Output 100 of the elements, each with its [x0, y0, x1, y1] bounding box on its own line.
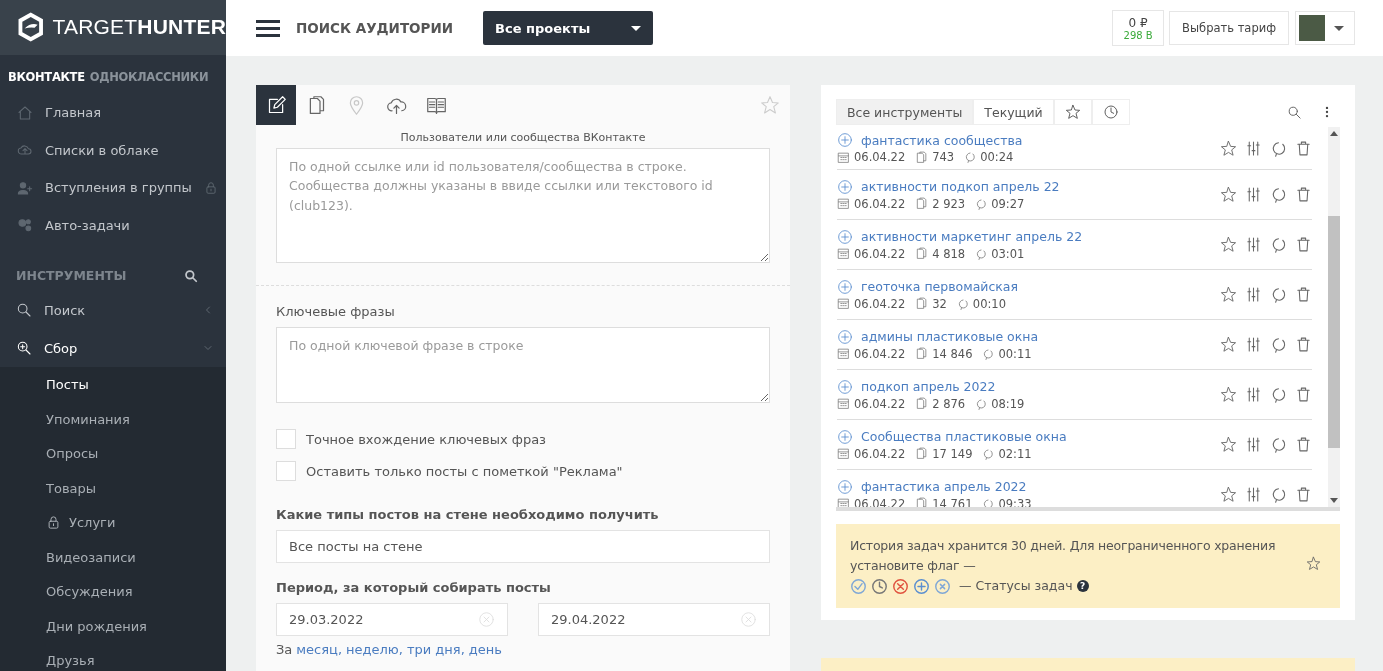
- task-date: 06.04.22: [854, 396, 906, 411]
- settings-button[interactable]: [1245, 336, 1262, 353]
- delete-button[interactable]: [1295, 236, 1312, 253]
- task-link[interactable]: подкоп апрель 2022: [837, 378, 1220, 395]
- refresh-icon: [982, 447, 995, 460]
- plus-circle-icon: [837, 278, 853, 295]
- keywords-field[interactable]: По одной ключевой фразе в строке: [276, 326, 770, 403]
- settings-button[interactable]: [1245, 486, 1262, 503]
- refresh-icon: [982, 347, 995, 360]
- delete-button[interactable]: [1295, 139, 1312, 157]
- favorite-button[interactable]: [1220, 236, 1237, 253]
- settings-button[interactable]: [1245, 386, 1262, 403]
- checkbox[interactable]: [276, 429, 296, 449]
- nav-item[interactable]: Главная: [0, 93, 226, 132]
- refresh-icon: [1270, 386, 1287, 403]
- favorite-button[interactable]: [1220, 186, 1237, 203]
- nav-subitem[interactable]: Опросы: [0, 436, 226, 471]
- delete-button[interactable]: [1295, 436, 1312, 453]
- task-link[interactable]: геоточка первомайская: [837, 278, 1220, 295]
- checkbox[interactable]: [276, 461, 296, 481]
- task-link[interactable]: админы пластиковые окна: [837, 328, 1220, 345]
- quick-range-link[interactable]: неделю,: [346, 642, 403, 657]
- settings-button[interactable]: [1245, 236, 1262, 253]
- task-count: 32: [932, 296, 947, 311]
- task-link[interactable]: фантастика сообщества: [837, 132, 1220, 148]
- quick-range-link[interactable]: три дня,: [406, 642, 465, 657]
- nav-item[interactable]: Списки в облаке: [0, 131, 226, 169]
- menu-icon[interactable]: [256, 19, 280, 37]
- scrollbar-thumb[interactable]: [1328, 216, 1340, 448]
- restart-button[interactable]: [1270, 336, 1287, 353]
- favorite-button[interactable]: [1220, 386, 1237, 403]
- refresh-icon: [982, 497, 995, 507]
- tariff-button[interactable]: Выбрать тариф: [1169, 11, 1289, 45]
- task-link[interactable]: активности маркетинг апрель 22: [837, 228, 1220, 245]
- nav-subitem[interactable]: Обсуждения: [0, 574, 226, 609]
- delete-button[interactable]: [1295, 286, 1312, 303]
- user-menu[interactable]: [1295, 11, 1355, 45]
- scroll-up-icon[interactable]: [1330, 131, 1338, 136]
- favorite-button[interactable]: [1220, 436, 1237, 453]
- nav-subitem[interactable]: Товары: [0, 471, 226, 506]
- nav-subitem[interactable]: Видеозаписи: [0, 540, 226, 575]
- page-title: ПОИСК АУДИТОРИИ: [296, 20, 454, 36]
- date-field[interactable]: 29.03.2022: [276, 603, 508, 636]
- quick-range-link[interactable]: месяц,: [296, 642, 343, 657]
- restart-button[interactable]: [1270, 139, 1287, 157]
- task-count: 2 876: [932, 396, 966, 411]
- nav-subitem[interactable]: Посты: [0, 367, 226, 402]
- restart-button[interactable]: [1270, 486, 1287, 503]
- star-icon: [1220, 286, 1237, 303]
- settings-button[interactable]: [1245, 436, 1262, 453]
- restart-button[interactable]: [1270, 436, 1287, 453]
- project-select[interactable]: Все проекты: [483, 11, 654, 45]
- network-tab[interactable]: ВКОНТАКТЕ: [8, 69, 85, 84]
- settings-button[interactable]: [1245, 139, 1262, 157]
- task-time: 00:11: [998, 346, 1032, 361]
- task-link[interactable]: фантастика апрель 2022: [837, 478, 1220, 495]
- tab-edit-icon[interactable]: [256, 85, 296, 125]
- help-icon[interactable]: ?: [1076, 580, 1089, 592]
- favorite-button[interactable]: [1220, 336, 1237, 353]
- history-tab[interactable]: Все инструменты: [836, 99, 974, 125]
- restart-button[interactable]: [1270, 286, 1287, 303]
- settings-button[interactable]: [1245, 186, 1262, 203]
- nav-subitem[interactable]: Друзья: [0, 643, 226, 671]
- documents-icon: [915, 447, 929, 460]
- sources-field[interactable]: По одной ссылке или id пользователя/сообщества в строке. Сообщества должны указаны в ввиде ссылки или текстового id (club123).: [276, 148, 770, 263]
- delete-button[interactable]: [1295, 386, 1312, 403]
- history-tab[interactable]: Текущий: [973, 99, 1054, 125]
- favorite-button[interactable]: [1220, 286, 1237, 303]
- post-types-select[interactable]: Все посты на стене: [276, 530, 770, 563]
- task-link[interactable]: Сообщества пластиковые окна: [837, 428, 1220, 445]
- restart-button[interactable]: [1270, 236, 1287, 253]
- delete-button[interactable]: [1295, 336, 1312, 353]
- nav-item[interactable]: Авто-задачи: [0, 206, 226, 245]
- tab-clock-icon[interactable]: [1091, 99, 1130, 125]
- nav-subitem[interactable]: Упоминания: [0, 402, 226, 437]
- task-time: 09:27: [991, 196, 1025, 211]
- nav-subitem[interactable]: Услуги: [0, 505, 226, 540]
- favorite-button[interactable]: [1220, 139, 1237, 157]
- delete-button[interactable]: [1295, 186, 1312, 203]
- task-date: 06.04.22: [854, 296, 906, 311]
- nav-item[interactable]: Сбор: [0, 329, 226, 368]
- scroll-down-icon[interactable]: [1330, 498, 1338, 503]
- task-link[interactable]: активности подкоп апрель 22: [837, 178, 1220, 195]
- network-tab[interactable]: ОДНОКЛАССНИКИ: [89, 69, 209, 84]
- nav-item[interactable]: Поиск: [0, 291, 226, 330]
- plus-circle-icon: [837, 478, 853, 495]
- refresh-icon: [956, 297, 969, 310]
- date-field[interactable]: 29.04.2022: [538, 603, 770, 636]
- refresh-icon: [1270, 336, 1287, 353]
- restart-button[interactable]: [1270, 386, 1287, 403]
- task-time: 00:24: [980, 150, 1014, 164]
- favorite-button[interactable]: [1220, 486, 1237, 503]
- task-count: 14 761: [932, 496, 973, 507]
- nav-item[interactable]: Вступления в группы: [0, 169, 226, 207]
- refresh-icon: [1270, 436, 1287, 453]
- nav-subitem[interactable]: Дни рождения: [0, 609, 226, 644]
- restart-button[interactable]: [1270, 186, 1287, 203]
- settings-button[interactable]: [1245, 286, 1262, 303]
- quick-range-link[interactable]: день: [468, 642, 502, 657]
- delete-button[interactable]: [1295, 486, 1312, 503]
